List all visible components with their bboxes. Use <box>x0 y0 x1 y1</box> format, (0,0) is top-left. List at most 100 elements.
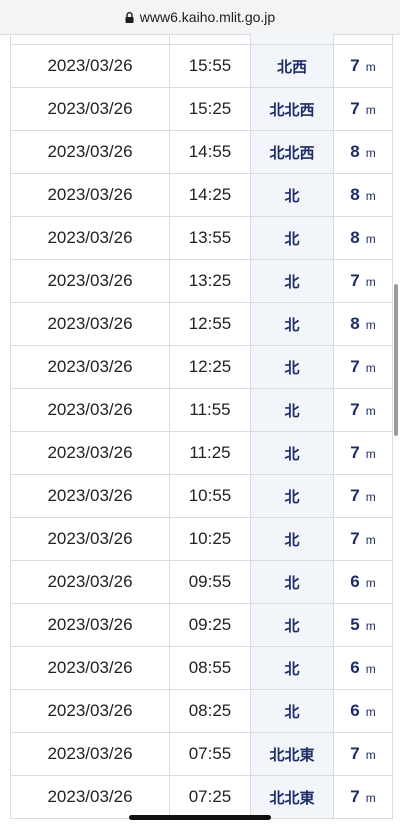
height-unit: m <box>365 361 376 375</box>
date-cell: 2023/03/26 <box>10 560 170 604</box>
height-value: 8 <box>350 314 360 333</box>
height-unit: m <box>365 60 376 74</box>
height-cell: 7m <box>333 388 393 432</box>
time-cell: 07:25 <box>169 775 251 819</box>
table-row: 2023/03/26 07:55 北北東 7 m <box>10 732 393 776</box>
table-row: 2023/03/26 13:25 北 7 m <box>10 259 393 303</box>
time-cell: 13:25 <box>169 259 251 303</box>
height-cell: 7m <box>333 87 393 131</box>
date-cell: 2023/03/26 <box>10 87 170 131</box>
height-unit: m <box>365 576 376 590</box>
time-cell: 14:55 <box>169 130 251 174</box>
height-unit: m <box>365 318 376 332</box>
height-value: 6 <box>350 658 360 677</box>
direction-cell: 北 <box>250 603 334 647</box>
date-cell: 2023/03/26 <box>10 646 170 690</box>
direction-cell: 北北西 <box>250 130 334 174</box>
date-cell: 2023/03/26 <box>10 173 170 217</box>
height-cell: 8m <box>333 173 393 217</box>
url-text: www6.kaiho.mlit.go.jp <box>139 9 276 25</box>
direction-cell: 北北西 <box>250 87 334 131</box>
direction-cell: 北 <box>250 431 334 475</box>
date-cell: 2023/03/26 <box>10 517 170 561</box>
direction-cell: 北 <box>250 517 334 561</box>
height-cell: 5m <box>333 603 393 647</box>
time-cell: 11:25 <box>169 431 251 475</box>
date-cell: 2023/03/26 <box>10 388 170 432</box>
table-row: 2023/03/26 09:55 北 6 m <box>10 560 393 604</box>
time-cell: 10:55 <box>169 474 251 518</box>
height-unit: m <box>365 662 376 676</box>
height-cell: 7m <box>333 517 393 561</box>
height-value: 7 <box>350 271 360 290</box>
time-cell: 12:25 <box>169 345 251 389</box>
height-cell: 7m <box>333 732 393 776</box>
scrollbar[interactable] <box>394 284 398 436</box>
time-cell: 08:55 <box>169 646 251 690</box>
direction-cell: 北 <box>250 216 334 260</box>
time-cell: 15:25 <box>169 87 251 131</box>
height-unit: m <box>365 619 376 633</box>
date-cell: 2023/03/26 <box>10 216 170 260</box>
height-value: 7 <box>350 529 360 548</box>
height-value: 7 <box>350 486 360 505</box>
height-value: 6 <box>350 572 360 591</box>
date-cell: 2023/03/26 <box>10 302 170 346</box>
direction-cell: 北 <box>250 259 334 303</box>
height-cell: 6m <box>333 689 393 733</box>
height-value: 5 <box>350 615 360 634</box>
date-cell: 2023/03/26 <box>10 732 170 776</box>
height-unit: m <box>365 103 376 117</box>
height-cell: 7m <box>333 345 393 389</box>
height-unit: m <box>365 275 376 289</box>
observation-table: 2023/03/26 15:55 北西 7 m 2023/03/26 15:25 北北西 7 m 2… <box>10 34 393 819</box>
time-cell: 09:25 <box>169 603 251 647</box>
height-cell: 8m <box>333 216 393 260</box>
height-cell: 7m <box>333 259 393 303</box>
height-value: 8 <box>350 142 360 161</box>
direction-cell: 北 <box>250 560 334 604</box>
date-cell: 2023/03/26 <box>10 130 170 174</box>
address-bar[interactable]: www6.kaiho.mlit.go.jp <box>0 0 400 35</box>
height-cell: 7m <box>333 431 393 475</box>
time-cell: 09:55 <box>169 560 251 604</box>
height-value: 7 <box>350 99 360 118</box>
direction-cell: 北 <box>250 173 334 217</box>
date-cell: 2023/03/26 <box>10 603 170 647</box>
height-unit: m <box>365 447 376 461</box>
table-row: 2023/03/26 12:55 北 8 m <box>10 302 393 346</box>
date-cell: 2023/03/26 <box>10 474 170 518</box>
height-value: 7 <box>350 400 360 419</box>
height-unit: m <box>365 232 376 246</box>
height-unit: m <box>365 189 376 203</box>
table-row: 2023/03/26 13:55 北 8 m <box>10 216 393 260</box>
direction-cell: 北北東 <box>250 775 334 819</box>
direction-cell: 北 <box>250 302 334 346</box>
direction-cell: 北 <box>250 388 334 432</box>
height-unit: m <box>365 533 376 547</box>
height-unit: m <box>365 705 376 719</box>
height-unit: m <box>365 490 376 504</box>
table-row: 2023/03/26 10:55 北 7 m <box>10 474 393 518</box>
direction-cell: 北 <box>250 474 334 518</box>
date-cell: 2023/03/26 <box>10 689 170 733</box>
lock-icon <box>125 11 134 23</box>
height-unit: m <box>365 404 376 418</box>
date-cell: 2023/03/26 <box>10 345 170 389</box>
table-row: 2023/03/26 08:55 北 6 m <box>10 646 393 690</box>
table-row: 2023/03/26 14:55 北北西 8 m <box>10 130 393 174</box>
table-row: 2023/03/26 11:25 北 7 m <box>10 431 393 475</box>
height-value: 7 <box>350 443 360 462</box>
height-cell: 8m <box>333 130 393 174</box>
time-cell: 11:55 <box>169 388 251 432</box>
table-row: 2023/03/26 09:25 北 5 m <box>10 603 393 647</box>
date-cell: 2023/03/26 <box>10 775 170 819</box>
height-value: 6 <box>350 701 360 720</box>
time-cell: 12:55 <box>169 302 251 346</box>
table-row: 2023/03/26 08:25 北 6 m <box>10 689 393 733</box>
time-cell: 15:55 <box>169 44 251 88</box>
height-value: 8 <box>350 228 360 247</box>
time-cell: 08:25 <box>169 689 251 733</box>
height-unit: m <box>365 748 376 762</box>
home-indicator[interactable] <box>129 815 271 820</box>
